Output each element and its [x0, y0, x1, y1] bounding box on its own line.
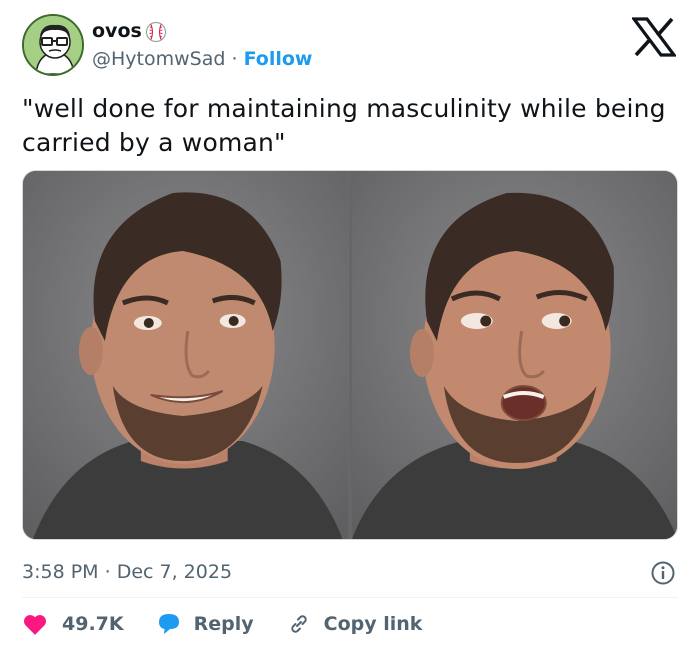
tweet-text: "well done for maintaining masculinity w… [22, 94, 666, 157]
link-icon [290, 615, 307, 633]
tweet-media[interactable] [22, 170, 678, 540]
x-logo-icon[interactable] [632, 17, 676, 57]
divider [22, 597, 678, 598]
info-icon[interactable] [650, 560, 676, 586]
timestamp[interactable]: 3:58 PM · Dec 7, 2025 [22, 561, 232, 583]
baseball-icon [145, 21, 167, 43]
heart-icon [24, 615, 46, 635]
author-name[interactable]: ovos [92, 20, 142, 42]
copy-link-label: Copy link [323, 613, 423, 635]
media-image-left[interactable] [23, 171, 349, 539]
author-handle[interactable]: @HytomwSad [92, 48, 225, 70]
like-count: 49.7K [62, 613, 124, 635]
action-bar: 49.7K Reply Copy link [22, 607, 422, 641]
reply-label: Reply [193, 613, 254, 635]
handle-row: @HytomwSad · Follow [92, 48, 312, 70]
man-surprised-image [351, 171, 677, 539]
avatar[interactable] [22, 14, 84, 76]
media-image-right[interactable] [351, 171, 677, 539]
reply-bubble-icon [158, 614, 179, 634]
avatar-illustration [24, 16, 82, 74]
timestamp-time: 3:58 PM [22, 561, 99, 583]
timestamp-date: Dec 7, 2025 [116, 561, 233, 583]
copy-link-button[interactable]: Copy link [286, 612, 423, 636]
follow-button[interactable]: Follow [244, 48, 313, 70]
tweet-card: ovos @HytomwSad · Follow "well done for … [0, 0, 700, 646]
man-smiling-image [23, 171, 349, 539]
timestamp-separator: · [104, 561, 111, 583]
reply-button[interactable]: Reply [156, 612, 254, 636]
handle-separator: · [231, 48, 238, 70]
like-button[interactable]: 49.7K [22, 612, 124, 636]
